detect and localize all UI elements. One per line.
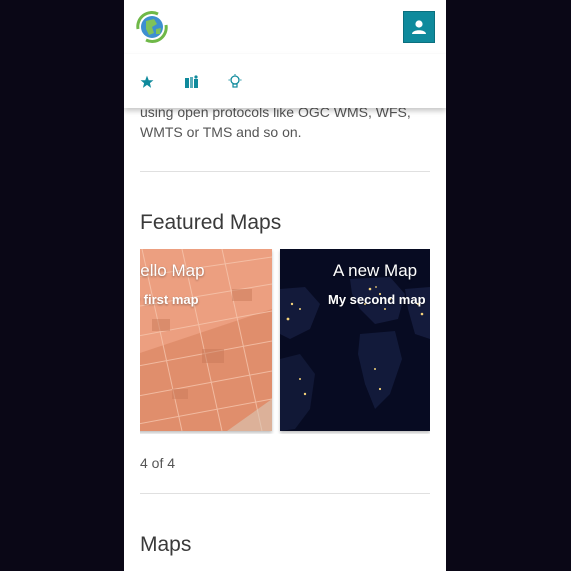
divider <box>140 493 430 494</box>
card-title: Hello Map <box>140 261 205 280</box>
user-icon <box>412 20 426 34</box>
top-bar <box>124 0 446 55</box>
card-description: My second map <box>328 292 426 307</box>
featured-maps-title: Featured Maps <box>140 211 282 234</box>
card-title: A new Map <box>333 261 418 280</box>
carousel-pager: 4 of 4 <box>140 455 176 471</box>
nav-featured-button[interactable] <box>136 71 158 93</box>
divider <box>140 171 430 172</box>
maps-icon <box>184 75 198 88</box>
featured-map-card[interactable]: A new Map My second map <box>280 249 430 431</box>
mobile-viewport: using open protocols like OGC WMS, WFS, … <box>124 0 446 571</box>
nav-ideas-button[interactable] <box>224 71 246 93</box>
intro-text: using open protocols like OGC WMS, WFS, … <box>140 104 411 140</box>
nav-bar <box>124 54 446 108</box>
lightbulb-icon <box>228 74 242 88</box>
globe-logo-icon[interactable] <box>134 9 170 45</box>
featured-map-card[interactable]: Hello Map My first map <box>140 249 272 431</box>
featured-maps-carousel[interactable]: Hello Map My first map <box>140 249 430 434</box>
account-button[interactable] <box>403 11 435 43</box>
nav-maps-button[interactable] <box>180 71 202 93</box>
maps-section-title: Maps <box>140 533 192 556</box>
star-icon <box>140 75 154 88</box>
card-description: My first map <box>140 292 199 307</box>
